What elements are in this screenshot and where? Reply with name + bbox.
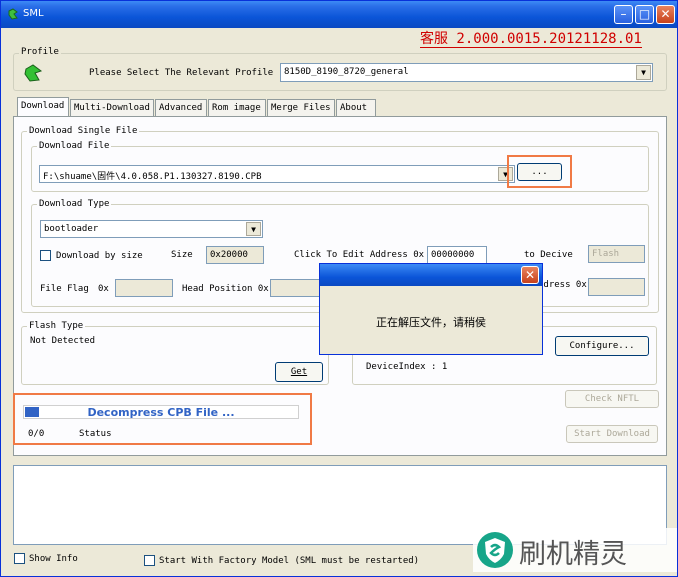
profile-select[interactable]: 8150D_8190_8720_general ▼ <box>280 63 653 82</box>
progress-status: Status <box>79 429 112 439</box>
tab-rom-image[interactable]: Rom image <box>208 99 266 116</box>
device-index: DeviceIndex : 1 <box>366 362 448 372</box>
download-by-size-checkbox[interactable] <box>40 250 51 261</box>
edit-address-label: Click To Edit Address 0x <box>294 250 425 260</box>
tab-download[interactable]: Download <box>17 97 69 117</box>
configure-button[interactable]: Configure... <box>555 336 649 356</box>
profile-prompt: Please Select The Relevant Profile <box>89 68 274 78</box>
address-input[interactable] <box>588 278 645 296</box>
factory-model-label: Start With Factory Model (SML must be re… <box>159 556 420 566</box>
tab-multi-download[interactable]: Multi-Download <box>70 99 154 116</box>
close-button[interactable]: ✕ <box>656 5 675 24</box>
progress-bar: Decompress CPB File ... <box>23 405 299 419</box>
download-type-value: bootloader <box>44 224 99 234</box>
watermark-text: 刷机精灵 <box>519 539 627 570</box>
dialog-title-bar[interactable]: ✕ <box>320 264 542 286</box>
download-single-group-label: Download Single File <box>27 126 140 136</box>
file-path-combo[interactable]: F:\shuame\固件\4.0.058.P1.130327.8190.CPB … <box>39 165 515 183</box>
profile-group-label: Profile <box>19 47 61 57</box>
check-nftl-button[interactable]: Check NFTL <box>565 390 659 408</box>
size-input[interactable]: 0x20000 <box>206 246 264 264</box>
dialog-message: 正在解压文件，请稍侯 <box>376 316 486 329</box>
flash-type-group-label: Flash Type <box>27 321 86 331</box>
chevron-down-icon[interactable]: ▼ <box>246 222 261 236</box>
to-device-label: to Decive <box>524 250 573 260</box>
head-position-label: Head Position 0x <box>182 284 269 294</box>
file-flag-input[interactable] <box>115 279 173 297</box>
factory-model-checkbox[interactable] <box>144 555 155 566</box>
address-label: ddress 0x <box>538 280 587 290</box>
tab-label: Download <box>21 101 65 111</box>
minimize-button[interactable]: – <box>614 5 633 24</box>
tab-label: Advanced <box>159 103 203 113</box>
maximize-button[interactable]: □ <box>635 5 654 24</box>
download-type-select[interactable]: bootloader ▼ <box>40 220 263 238</box>
window-title: SML <box>23 8 44 19</box>
chevron-down-icon[interactable]: ▼ <box>636 65 651 80</box>
tab-label: About <box>340 103 368 113</box>
file-path-value: F:\shuame\固件\4.0.058.P1.130327.8190.CPB <box>43 172 262 182</box>
tab-label: Multi-Download <box>74 103 150 113</box>
show-info-label: Show Info <box>29 554 78 564</box>
file-flag-0x-label: 0x <box>98 284 109 294</box>
start-download-button[interactable]: Start Download <box>566 425 658 443</box>
file-flag-label: File Flag <box>40 284 89 294</box>
tab-about[interactable]: About <box>336 99 376 116</box>
to-device-input[interactable]: Flash <box>588 245 645 263</box>
version-label: 客服 2.000.0015.20121128.01 <box>420 31 642 48</box>
show-info-checkbox[interactable] <box>14 553 25 564</box>
tab-merge-files[interactable]: Merge Files <box>267 99 335 116</box>
tab-label: Rom image <box>212 103 261 113</box>
flash-type-status: Not Detected <box>30 336 96 346</box>
progress-count: 0/0 <box>28 429 45 439</box>
decompress-dialog: ✕ 正在解压文件，请稍侯 <box>319 263 543 355</box>
title-bar[interactable]: SML – □ ✕ <box>1 1 677 28</box>
app-icon <box>8 8 18 20</box>
watermark: 刷机精灵 <box>473 528 677 572</box>
dialog-close-button[interactable]: ✕ <box>521 266 539 284</box>
profile-select-value: 8150D_8190_8720_general <box>284 67 409 77</box>
download-file-group-label: Download File <box>37 141 112 151</box>
tab-advanced[interactable]: Advanced <box>155 99 207 116</box>
tab-label: Merge Files <box>271 103 331 113</box>
size-label: Size <box>171 250 193 260</box>
browse-button[interactable]: ... <box>517 163 562 181</box>
download-type-group-label: Download Type <box>37 199 112 209</box>
progress-highlight <box>13 393 312 445</box>
download-by-size-label: Download by size <box>56 251 143 261</box>
edit-address-input[interactable]: 00000000 <box>427 246 487 264</box>
profile-arrow-icon <box>24 64 43 82</box>
progress-text: Decompress CPB File ... <box>87 406 235 419</box>
get-button[interactable]: Get <box>275 362 323 382</box>
main-window: SML – □ ✕ 客服 2.000.0015.20121128.01 Prof… <box>0 0 678 577</box>
shield-logo-icon <box>477 532 513 568</box>
